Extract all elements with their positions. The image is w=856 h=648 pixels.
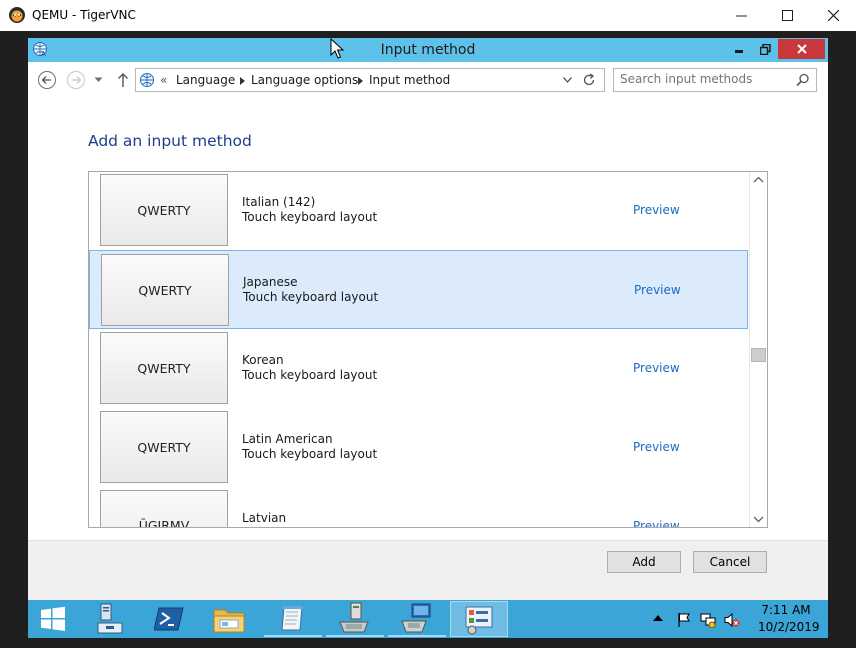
input-method-name: Korean <box>242 353 284 367</box>
clock-time[interactable]: 7:11 AM <box>758 603 814 617</box>
vnc-window-title: QEMU - TigerVNC <box>32 8 136 22</box>
flag-icon[interactable] <box>676 612 692 628</box>
taskbar-server-manager[interactable] <box>80 601 138 637</box>
forward-arrow-icon <box>67 71 85 89</box>
search-box[interactable] <box>613 68 817 92</box>
powershell-icon <box>154 607 184 631</box>
up-arrow-icon <box>118 73 128 87</box>
tigervnc-icon <box>9 7 25 23</box>
input-method-name: Latin American <box>242 432 333 446</box>
search-icon[interactable] <box>796 73 810 87</box>
network-computer-icon <box>339 602 369 633</box>
taskbar-network-computer[interactable] <box>326 601 384 637</box>
file-explorer-icon <box>213 609 245 633</box>
vnc-viewer: QEMU - TigerVNC A Input method « Languag… <box>0 0 856 648</box>
scroll-down-arrow-icon[interactable] <box>753 516 764 523</box>
close-icon <box>827 10 839 21</box>
keyboard-layout-thumbnail[interactable]: QWERTY <box>100 174 228 246</box>
add-button[interactable]: Add <box>607 551 681 573</box>
preview-link[interactable]: Preview <box>633 361 680 375</box>
keyboard-layout-thumbnail[interactable]: QWERTY <box>101 254 229 326</box>
vnc-close-button[interactable] <box>810 0 856 31</box>
keyboard-layout-thumbnail[interactable]: ŪGJRMV <box>100 490 228 527</box>
input-method-type: Touch keyboard layout <box>243 290 379 304</box>
scroll-up-arrow-icon[interactable] <box>753 176 764 183</box>
preview-link[interactable]: Preview <box>634 283 681 297</box>
window-close-button[interactable] <box>778 39 825 59</box>
minimize-icon <box>735 15 747 17</box>
navigation-bar: « Language Language options Input method <box>28 62 828 98</box>
preview-link[interactable]: Preview <box>633 203 680 217</box>
scrollbar-thumb[interactable] <box>751 348 766 362</box>
window-restore-button[interactable] <box>752 39 778 59</box>
breadcrumb-separator-icon[interactable] <box>358 77 363 85</box>
vertical-scrollbar[interactable] <box>749 172 767 527</box>
input-method-name: Italian (142) <box>242 195 316 209</box>
address-dropdown-chevron-down-icon[interactable] <box>563 77 572 83</box>
input-method-type: Touch keyboard layout <box>242 368 378 382</box>
input-method-name: Latvian <box>242 511 287 525</box>
control-panel-icon <box>465 606 493 635</box>
page-title: Add an input method <box>88 132 252 150</box>
search-input[interactable] <box>620 72 790 86</box>
list-item-japanese[interactable]: QWERTY Japanese Touch keyboard layout Pr… <box>89 250 748 329</box>
minimize-icon <box>735 50 743 53</box>
taskbar-control-panel[interactable] <box>450 601 508 637</box>
preview-link[interactable]: Preview <box>633 440 680 454</box>
input-method-list: QWERTY Italian (142) Touch keyboard layo… <box>88 171 768 528</box>
vnc-maximize-button[interactable] <box>764 0 810 31</box>
breadcrumb-separator-icon[interactable] <box>240 77 245 85</box>
keyboard-layout-thumbnail[interactable]: QWERTY <box>100 332 228 404</box>
breadcrumb-input-method[interactable]: Input method <box>369 73 450 87</box>
taskbar-file-explorer[interactable] <box>200 601 258 637</box>
input-method-name: Japanese <box>243 275 298 289</box>
keyboard-layout-thumbnail[interactable]: QWERTY <box>100 411 228 483</box>
taskbar-notepad[interactable] <box>264 601 322 637</box>
window-titlebar: A Input method <box>28 38 828 62</box>
up-button[interactable] <box>112 69 134 91</box>
mouse-pointer-icon <box>330 38 344 59</box>
input-method-type: Touch keyboard layout <box>242 447 378 461</box>
show-hidden-icons-icon[interactable] <box>653 614 663 622</box>
chevron-down-icon <box>94 77 102 82</box>
language-app-icon <box>140 73 154 87</box>
server-manager-icon <box>97 603 123 634</box>
input-method-type: Touch keyboard layout <box>242 210 378 224</box>
start-button[interactable] <box>28 601 78 637</box>
back-arrow-icon <box>38 71 56 89</box>
address-bar[interactable]: « Language Language options Input method <box>135 68 605 92</box>
forward-button[interactable] <box>65 69 87 91</box>
window-title: Input method <box>380 42 476 58</box>
breadcrumb-language[interactable]: Language <box>176 73 235 87</box>
remote-computer-icon <box>401 603 431 633</box>
clock-date[interactable]: 10/2/2019 <box>758 620 820 634</box>
taskbar-remote-computer[interactable] <box>388 601 446 637</box>
list-item-italian[interactable]: QWERTY Italian (142) Touch keyboard layo… <box>89 172 748 250</box>
remote-screen: A Input method « Language Language optio… <box>28 38 828 638</box>
network-icon[interactable] <box>700 612 716 628</box>
maximize-icon <box>781 10 793 21</box>
recent-locations-button[interactable] <box>90 69 106 91</box>
vnc-minimize-button[interactable] <box>718 0 764 31</box>
close-icon <box>796 44 807 54</box>
start-icon <box>41 606 65 631</box>
vnc-titlebar: QEMU - TigerVNC <box>0 0 856 31</box>
taskbar-powershell[interactable] <box>140 601 198 637</box>
dialog-footer: Add Cancel <box>28 540 828 600</box>
notepad-icon <box>281 606 303 631</box>
breadcrumb-overflow[interactable]: « <box>160 73 167 87</box>
volume-muted-icon[interactable] <box>724 612 740 628</box>
cancel-button[interactable]: Cancel <box>693 551 767 573</box>
breadcrumb-language-options[interactable]: Language options <box>251 73 358 87</box>
taskbar: 7:11 AM 10/2/2019 <box>28 600 828 638</box>
refresh-icon[interactable] <box>582 73 596 87</box>
list-item-latvian[interactable]: ŪGJRMV Latvian Preview <box>89 487 748 527</box>
list-item-korean[interactable]: QWERTY Korean Touch keyboard layout Prev… <box>89 329 748 408</box>
window-minimize-button[interactable] <box>726 39 752 59</box>
restore-icon <box>759 43 771 55</box>
back-button[interactable] <box>36 69 58 91</box>
list-item-latin-american[interactable]: QWERTY Latin American Touch keyboard lay… <box>89 408 748 487</box>
preview-link[interactable]: Preview <box>633 519 680 527</box>
